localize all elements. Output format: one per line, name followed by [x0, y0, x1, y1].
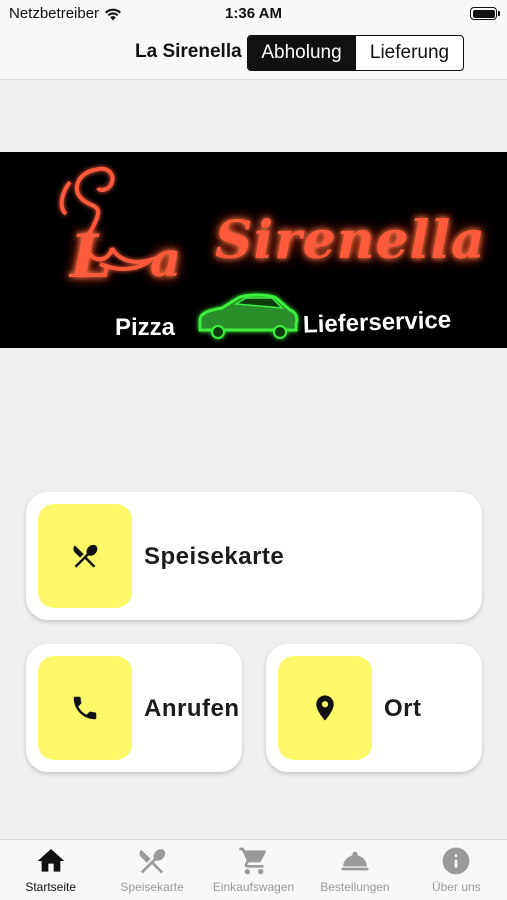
- call-card-button[interactable]: Anrufen: [26, 644, 242, 772]
- utensils-icon: [139, 849, 166, 874]
- location-icon-box: [278, 656, 372, 760]
- cloche-icon: [341, 851, 369, 871]
- home-icon: [37, 849, 65, 872]
- tab-bar: Startseite Speisekarte Einkaufswagen Bes…: [0, 839, 507, 900]
- cart-icon: [238, 847, 266, 875]
- location-card-label: Ort: [384, 695, 422, 722]
- call-icon-box: [38, 656, 132, 760]
- brand-name: Sirenella: [215, 210, 486, 271]
- tab-startseite[interactable]: Startseite: [0, 840, 101, 900]
- call-card-label: Anrufen: [144, 695, 240, 722]
- tab-label: Einkaufswagen: [212, 880, 295, 894]
- utensils-icon: [73, 544, 98, 568]
- menu-icon-box: [38, 504, 132, 608]
- tab-label: Über uns: [431, 880, 481, 894]
- tab-label: Speisekarte: [120, 880, 184, 894]
- tab-bestellungen[interactable]: Bestellungen: [304, 840, 405, 900]
- restaurant-banner: L a Sirenella Pizza Lieferservice: [0, 152, 507, 348]
- tab-label: Bestellungen: [320, 880, 390, 894]
- clock: 1:36 AM: [225, 5, 282, 22]
- battery-icon: [470, 7, 500, 20]
- menu-card-label: Speisekarte: [144, 543, 285, 570]
- tab-einkaufswagen[interactable]: Einkaufswagen: [203, 840, 304, 900]
- phone-icon: [73, 696, 97, 720]
- status-bar: Netzbetreiber 1:36 AM: [0, 0, 507, 26]
- tagline-lieferservice: Lieferservice: [302, 306, 452, 339]
- tagline-pizza: Pizza: [115, 314, 176, 341]
- location-pin-icon: [316, 695, 334, 721]
- segment-lieferung[interactable]: Lieferung: [355, 36, 463, 70]
- nav-bar: La Sirenella Abholung Lieferung: [0, 26, 507, 80]
- segment-abholung[interactable]: Abholung: [248, 36, 355, 70]
- info-icon: [442, 847, 470, 875]
- brand-name-article: a: [150, 232, 182, 288]
- location-card-button[interactable]: Ort: [266, 644, 482, 772]
- car-icon: [198, 293, 299, 339]
- order-mode-segmented-control: Abholung Lieferung: [247, 35, 464, 71]
- tab-label: Startseite: [25, 880, 77, 894]
- menu-card-button[interactable]: Speisekarte: [26, 492, 482, 620]
- brand-name-first-letter: L: [70, 222, 113, 292]
- tab-speisekarte[interactable]: Speisekarte: [101, 840, 202, 900]
- tab-ueber-uns[interactable]: Über uns: [406, 840, 507, 900]
- app-title: La Sirenella: [135, 41, 242, 62]
